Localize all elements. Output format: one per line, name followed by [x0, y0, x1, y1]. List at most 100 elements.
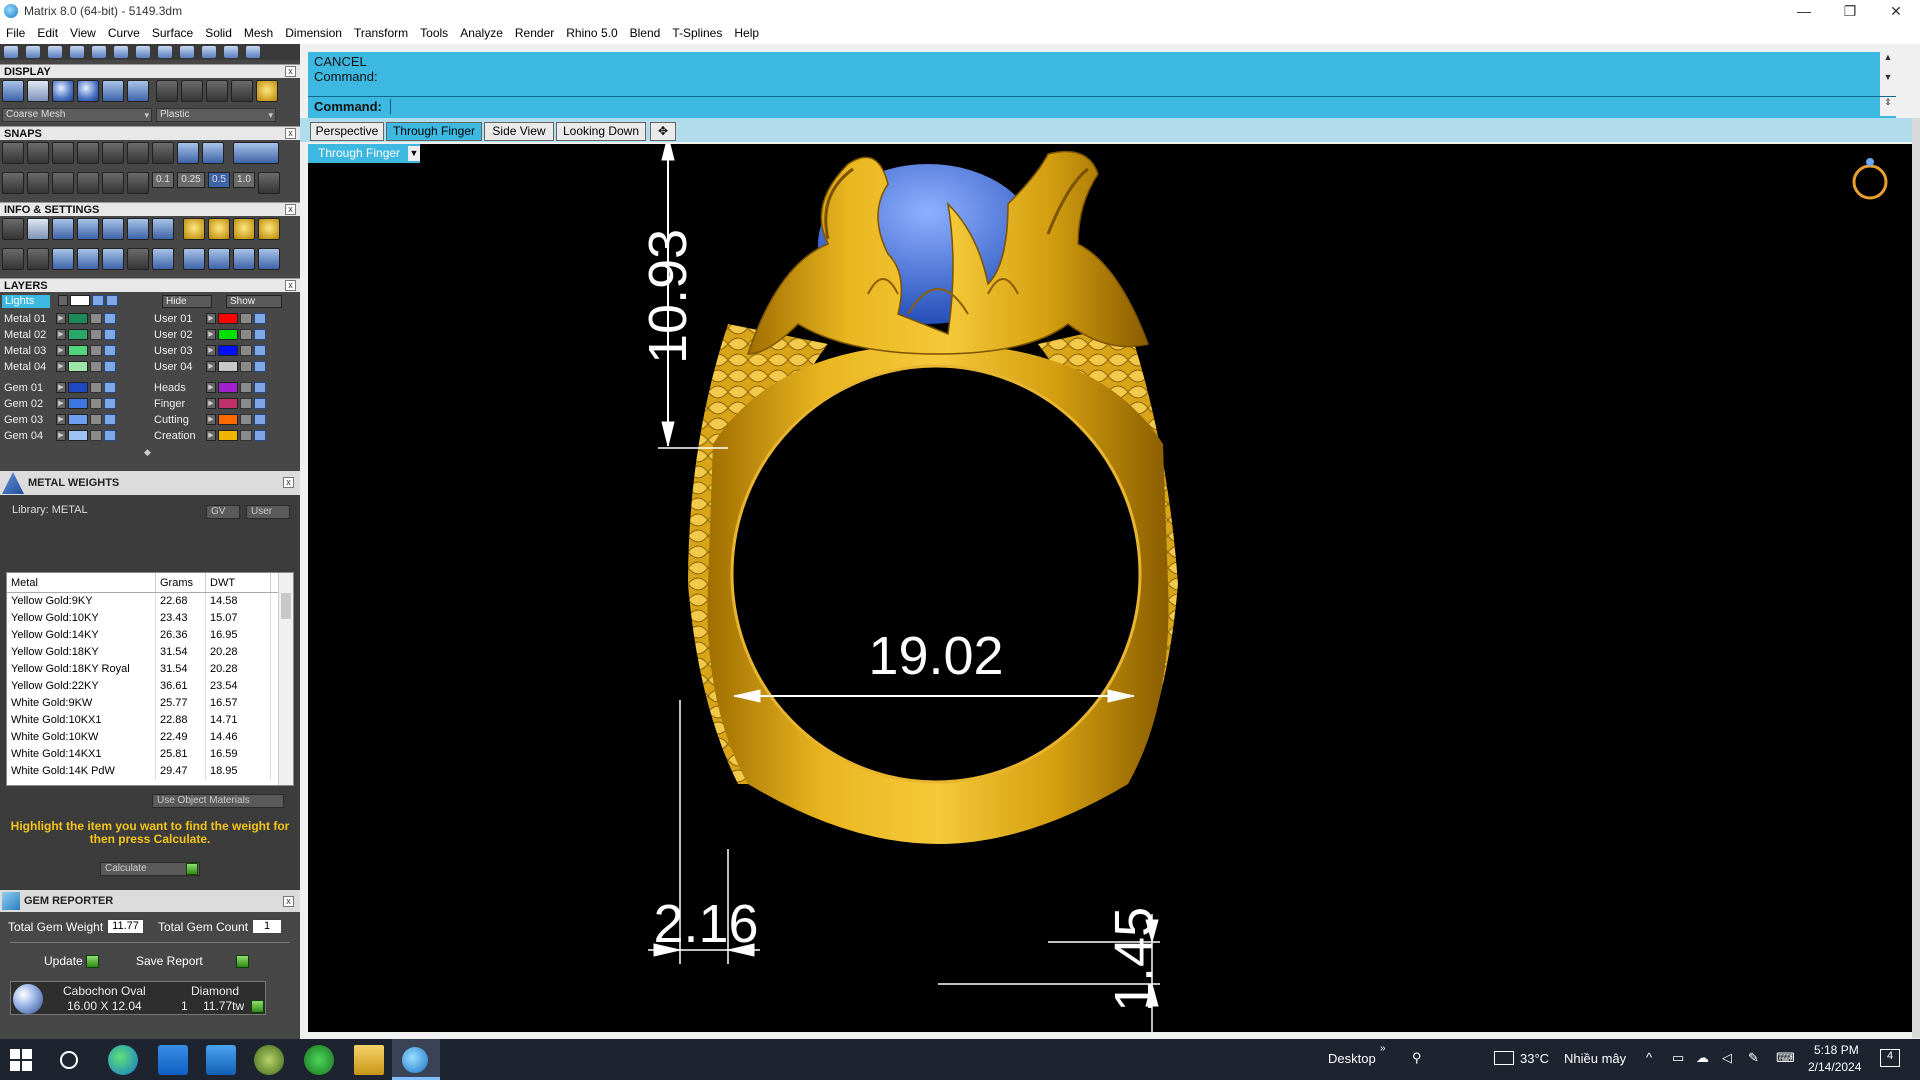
properties-icon[interactable]	[102, 218, 124, 240]
collapse-icon[interactable]: ◆	[144, 447, 151, 458]
smarttrack-icon[interactable]	[77, 172, 99, 194]
visible-icon[interactable]	[104, 345, 116, 356]
layers-icon[interactable]	[77, 218, 99, 240]
layer-color-swatch[interactable]	[218, 398, 238, 409]
material-chrome-icon[interactable]	[181, 80, 203, 102]
snap-value-0.25[interactable]: 0.25	[177, 172, 205, 188]
lock-icon[interactable]	[240, 345, 252, 356]
save-report-button[interactable]: Save Report	[136, 954, 250, 969]
menu-surface[interactable]: Surface	[152, 26, 193, 40]
tool-icon[interactable]	[224, 46, 238, 58]
hide-button[interactable]: Hide	[162, 295, 212, 308]
arrow-icon[interactable]: ▶	[206, 398, 216, 409]
material-grey-icon[interactable]	[156, 80, 178, 102]
lock-icon[interactable]	[90, 382, 102, 393]
clock-time[interactable]: 5:18 PM	[1814, 1043, 1859, 1057]
file-explorer-icon[interactable]	[354, 1045, 384, 1075]
arrow-icon[interactable]: ▶	[56, 398, 66, 409]
edge-browser-icon[interactable]	[108, 1045, 138, 1075]
arrow-icon[interactable]: ▶	[56, 382, 66, 393]
tool-icon[interactable]	[136, 46, 150, 58]
rendered-sphere-icon[interactable]	[77, 80, 99, 102]
material-steel-icon[interactable]	[206, 80, 228, 102]
mesh-dropdown[interactable]: Coarse Mesh	[2, 108, 152, 122]
table-row[interactable]: Yellow Gold:14KY 26.36 16.95	[7, 627, 293, 644]
close-icon[interactable]: x	[285, 66, 296, 77]
arrow-icon[interactable]: ▶	[206, 382, 216, 393]
app-icon[interactable]	[304, 1045, 334, 1075]
layer-row[interactable]: Gem 02 ▶	[4, 397, 116, 410]
layer-color-swatch[interactable]	[68, 398, 88, 409]
command-line-scrollbar[interactable]: ⇕	[1880, 97, 1896, 116]
tool-icon[interactable]	[92, 46, 106, 58]
visible-icon[interactable]	[254, 414, 266, 425]
arrow-icon[interactable]: ▶	[206, 430, 216, 441]
snap-near-icon[interactable]	[27, 142, 49, 164]
close-icon[interactable]: x	[285, 280, 296, 291]
arrow-icon[interactable]	[58, 295, 68, 306]
visible-icon[interactable]	[104, 329, 116, 340]
ring-icon[interactable]	[208, 218, 230, 240]
use-object-materials-button[interactable]: Use Object Materials	[152, 794, 284, 808]
command-scrollbar[interactable]: ▲ ▼	[1880, 52, 1896, 96]
display-header[interactable]: DISPLAY x	[0, 64, 300, 78]
menu-tools[interactable]: Tools	[420, 26, 448, 40]
windows-start-icon[interactable]	[10, 1049, 32, 1071]
settings-icon[interactable]	[2, 218, 24, 240]
store-icon[interactable]	[158, 1045, 188, 1075]
lock-icon[interactable]	[240, 313, 252, 324]
desktop-toolbar[interactable]: Desktop	[1328, 1051, 1376, 1066]
table-row[interactable]: White Gold:9KW 25.77 16.57	[7, 695, 293, 712]
visible-icon[interactable]	[104, 414, 116, 425]
menu-tsplines[interactable]: T-Splines	[672, 26, 722, 40]
mail-icon[interactable]	[206, 1045, 236, 1075]
render-b-icon[interactable]	[208, 248, 230, 270]
table-row[interactable]: Yellow Gold:9KY 22.68 14.58	[7, 593, 293, 610]
chevron-icon[interactable]: »	[1380, 1043, 1386, 1054]
go-arrow-icon[interactable]	[251, 1000, 264, 1013]
arrow-icon[interactable]: ▶	[206, 414, 216, 425]
visible-icon[interactable]	[254, 313, 266, 324]
cube-icon[interactable]	[52, 248, 74, 270]
show-button[interactable]: Show	[226, 295, 282, 308]
layer-color-swatch[interactable]	[218, 382, 238, 393]
visible-icon[interactable]	[254, 382, 266, 393]
menu-dimension[interactable]: Dimension	[285, 26, 342, 40]
command-input[interactable]	[390, 99, 1880, 114]
layer-color-swatch[interactable]	[218, 329, 238, 340]
app-icon[interactable]	[254, 1045, 284, 1075]
arrow-icon[interactable]: ▶	[206, 345, 216, 356]
artistic-icon[interactable]	[127, 80, 149, 102]
layer-row[interactable]: User 03 ▶	[154, 344, 266, 357]
display-mode-icon[interactable]	[102, 80, 124, 102]
calculate-button[interactable]: Calculate	[100, 862, 200, 876]
close-icon[interactable]: x	[283, 896, 294, 907]
lock-icon[interactable]	[90, 345, 102, 356]
menu-solid[interactable]: Solid	[205, 26, 232, 40]
arrow-icon[interactable]: ▶	[56, 345, 66, 356]
lock-icon[interactable]	[240, 398, 252, 409]
arrow-icon[interactable]: ▶	[206, 361, 216, 372]
lock-icon[interactable]	[90, 313, 102, 324]
close-icon[interactable]: x	[283, 477, 294, 488]
snap-mid-icon[interactable]	[77, 142, 99, 164]
layer-color-swatch[interactable]	[68, 361, 88, 372]
menu-file[interactable]: File	[6, 26, 25, 40]
tool-icon[interactable]	[114, 46, 128, 58]
planar-icon[interactable]	[27, 172, 49, 194]
chevron-up-icon[interactable]: ^	[1646, 1050, 1652, 1065]
material-dropdown[interactable]: Plastic	[156, 108, 276, 122]
tab-perspective[interactable]: Perspective	[310, 122, 384, 141]
tool-icon[interactable]	[26, 46, 40, 58]
table-row[interactable]: Yellow Gold:10KY 23.43 15.07	[7, 610, 293, 627]
arrow-icon[interactable]: ▶	[56, 313, 66, 324]
gumball-icon[interactable]	[102, 172, 124, 194]
lock-icon[interactable]	[90, 430, 102, 441]
keyboard-icon[interactable]: ⌨	[1776, 1050, 1795, 1066]
close-icon[interactable]: x	[285, 128, 296, 139]
arrow-icon[interactable]: ▶	[56, 414, 66, 425]
table-scrollbar[interactable]	[278, 573, 293, 785]
snap-perp-icon[interactable]	[152, 142, 174, 164]
snaps-header[interactable]: SNAPS x	[0, 126, 300, 140]
snap-point-icon[interactable]	[52, 142, 74, 164]
